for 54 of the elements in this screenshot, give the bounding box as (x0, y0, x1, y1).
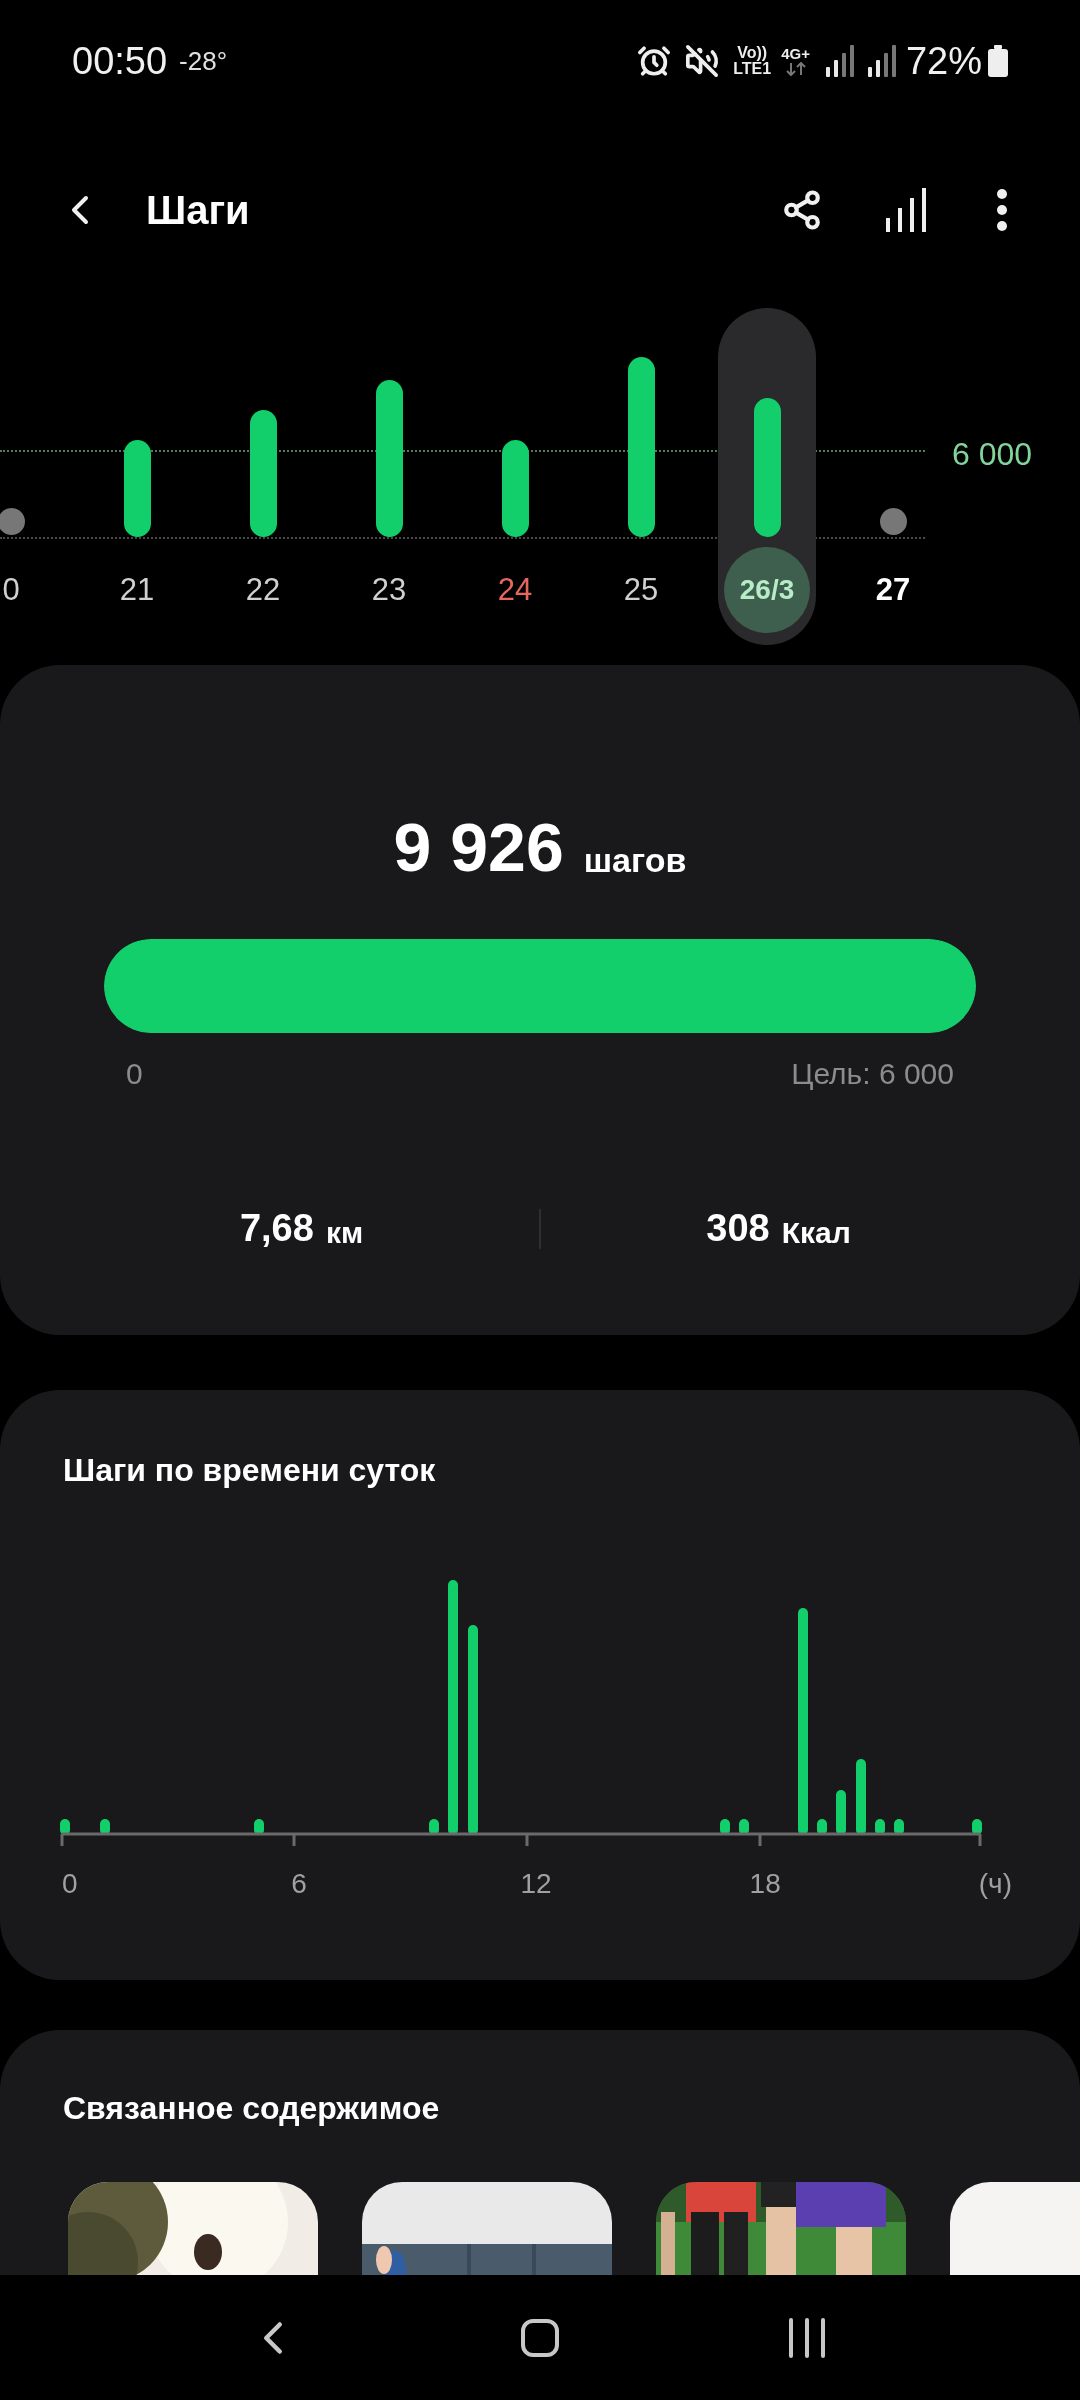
mute-icon (685, 44, 720, 78)
calories-value: 308 (706, 1206, 770, 1251)
hour-bar (894, 1819, 904, 1835)
clock: 00:50 (72, 38, 168, 84)
hour-bar (972, 1819, 982, 1835)
page-title: Шаги (146, 187, 250, 234)
step-unit: шагов (583, 843, 687, 877)
day-label[interactable]: 22 (245, 566, 281, 614)
lte-label: LTE1 (733, 61, 772, 77)
step-count: 9 926 (393, 813, 564, 881)
alarm-icon (637, 44, 672, 78)
hour-bar (875, 1819, 885, 1835)
axis-label: 18 (749, 1868, 781, 1899)
more-icon (997, 189, 1007, 231)
hour-bar (254, 1819, 264, 1835)
selected-date-badge: 26/3 (724, 547, 810, 633)
hour-bar (720, 1819, 730, 1835)
share-icon (781, 189, 823, 231)
volte-label: Vo)) (737, 45, 768, 61)
distance-value: 7,68 (239, 1206, 314, 1251)
axis-label: 6 (291, 1868, 307, 1899)
signal-icon (867, 45, 896, 77)
bar-chart-icon (884, 188, 928, 232)
home-icon (521, 2318, 559, 2357)
battery-icon (988, 45, 1008, 77)
day-label[interactable]: 23 (371, 566, 407, 614)
day-label[interactable]: 0 (2, 566, 20, 614)
hour-bar (817, 1819, 827, 1835)
day-label[interactable]: 21 (119, 566, 155, 614)
progress-start-label: 0 (126, 1056, 143, 1092)
selected-day-highlight[interactable]: 26/3 (718, 308, 816, 645)
network-label: 4G+ (781, 46, 810, 61)
hour-bar (739, 1819, 749, 1835)
data-arrows-icon (785, 62, 806, 76)
goal-line-label: 6 000 (952, 435, 1033, 474)
axis-label: 0 (62, 1868, 78, 1899)
hour-bar (836, 1790, 846, 1835)
calories-unit: Ккал (781, 1215, 851, 1251)
signal-icon (825, 45, 854, 77)
day-label[interactable]: 24 (497, 566, 533, 614)
goal-label: Цель: 6 000 (791, 1056, 954, 1092)
distance-unit: км (325, 1215, 364, 1251)
hour-bar (100, 1819, 110, 1835)
day-label[interactable]: 25 (623, 566, 659, 614)
hourly-title: Шаги по времени суток (62, 1451, 437, 1490)
temperature: -28° (179, 44, 228, 78)
hour-bar (60, 1819, 70, 1835)
battery-percent: 72% (905, 38, 982, 84)
recent-apps-icon (786, 2317, 827, 2358)
hour-bar (429, 1819, 439, 1835)
axis-label: 12 (520, 1868, 552, 1899)
related-title: Связанное содержимое (62, 2089, 441, 2128)
axis-label: (ч) (978, 1867, 1012, 1901)
day-label[interactable]: 27 (875, 566, 911, 614)
